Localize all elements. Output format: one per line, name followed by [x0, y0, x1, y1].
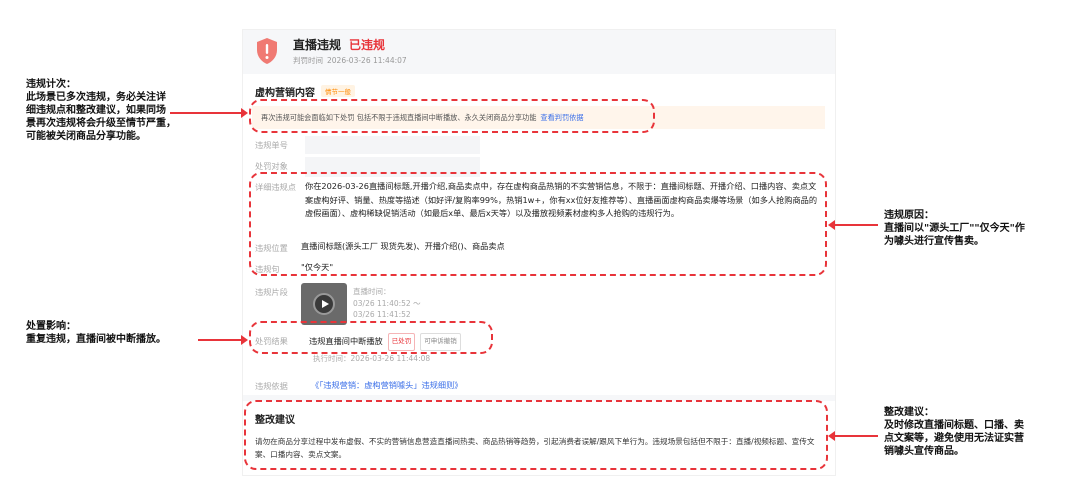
highlight-detail-box [249, 172, 827, 276]
status-badge: 已违规 [349, 38, 386, 52]
basis-label: 违规依据 [255, 381, 288, 391]
annotation-repeat-count: 违规计次： 此场景已多次违规，务必关注详 细违规点和整改建议，如果同场 景再次违… [26, 79, 176, 142]
clip-time-label: 直播时间： [353, 287, 391, 296]
arrow-reason [828, 220, 878, 230]
shield-warning-icon [257, 38, 277, 64]
arrow-warning [170, 108, 248, 118]
highlight-warning-box [249, 99, 655, 133]
serial-label: 违规单号 [255, 140, 288, 150]
rule-detail-link[interactable]: 《「违规营销：虚构营销噱头」违规细则》 [311, 379, 462, 391]
clip-thumbnail[interactable] [301, 283, 347, 325]
arrow-advice [828, 431, 878, 441]
penalty-time: 判罚时间 2026-03-26 11:44:07 [293, 56, 407, 65]
clip-time-end: 03/26 11:41:52 [353, 310, 411, 319]
section-title: 虚构营销内容 情节一般 [255, 84, 355, 99]
annotation-advice: 整改建议： 及时修改直播间标题、口播、卖 点文案等，避免使用无法证实营 销噱头宣… [884, 407, 1024, 457]
violation-title: 直播违规 已违规 [293, 36, 385, 53]
annotation-reason: 违规原因： 直播间以"源头工厂""仅今天"作 为噱头进行宣传售卖。 [884, 210, 1025, 247]
play-icon[interactable] [313, 293, 335, 315]
exec-time: 执行时间：2026-03-26 11:44:08 [313, 354, 431, 363]
serial-value-redacted [305, 136, 480, 154]
arrow-result [198, 335, 248, 345]
clip-label: 违规片段 [255, 287, 288, 297]
annotation-impact: 处置影响： 重复违规，直播间被中断播放。 [26, 321, 166, 345]
highlight-advice-box [244, 400, 828, 470]
violation-type: 直播违规 [293, 38, 342, 52]
highlight-result-box [249, 321, 493, 354]
target-label: 处罚对象 [255, 161, 288, 171]
clip-time-start: 03/26 11:40:52 ～ [353, 299, 421, 308]
violation-header: 直播违规 已违规 判罚时间 2026-03-26 11:44:07 [243, 30, 835, 74]
severity-tag: 情节一般 [321, 85, 355, 97]
